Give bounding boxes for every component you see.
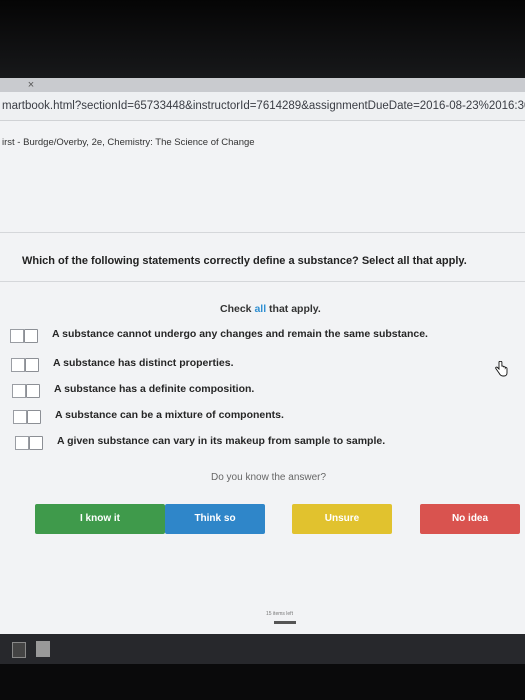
question-text: Which of the following statements correc…	[22, 255, 467, 267]
option-checkbox[interactable]	[27, 410, 41, 424]
check-hint-suffix: that apply.	[266, 303, 321, 315]
option-ghost-checkbox	[15, 436, 29, 450]
option-checkbox[interactable]	[25, 358, 39, 372]
option-label[interactable]: A given substance can vary in its makeup…	[57, 435, 385, 447]
items-left-label: 15 items left	[266, 611, 293, 617]
os-taskbar	[0, 634, 525, 664]
monitor-bezel-bottom	[0, 664, 525, 700]
monitor-bezel-top	[0, 0, 525, 78]
option-label[interactable]: A substance cannot undergo any changes a…	[52, 328, 428, 340]
taskbar-window-icon[interactable]	[12, 642, 26, 658]
hand-pointer-icon	[494, 360, 508, 380]
answer-option-2[interactable]: A substance has distinct properties.	[11, 357, 505, 373]
browser-tab-strip	[0, 78, 525, 93]
option-checkbox[interactable]	[24, 329, 38, 343]
option-ghost-checkbox	[12, 384, 26, 398]
option-ghost-checkbox	[13, 410, 27, 424]
url-text[interactable]: martbook.html?sectionId=65733448&instruc…	[2, 100, 525, 112]
check-hint-all-link: all	[254, 303, 267, 315]
option-checkbox[interactable]	[26, 384, 40, 398]
course-title: irst - Burdge/Overby, 2e, Chemistry: The…	[2, 137, 255, 148]
option-ghost-checkbox	[10, 329, 24, 343]
option-label[interactable]: A substance can be a mixture of componen…	[55, 409, 284, 421]
question-divider	[0, 281, 525, 282]
option-checkbox[interactable]	[29, 436, 43, 450]
option-label[interactable]: A substance has a definite composition.	[54, 383, 254, 395]
answer-option-4[interactable]: A substance can be a mixture of componen…	[13, 409, 507, 425]
check-all-hint: Check all that apply.	[220, 303, 321, 315]
i-know-it-button[interactable]: I know it	[35, 504, 165, 534]
check-hint-prefix: Check	[220, 303, 255, 315]
answer-option-1[interactable]: A substance cannot undergo any changes a…	[10, 328, 504, 344]
unsure-button[interactable]: Unsure	[292, 504, 392, 534]
think-so-button[interactable]: Think so	[165, 504, 265, 534]
tab-close-icon[interactable]: ×	[20, 78, 42, 92]
section-divider	[0, 232, 525, 233]
answer-option-5[interactable]: A given substance can vary in its makeup…	[15, 435, 509, 451]
confidence-prompt: Do you know the answer?	[211, 472, 327, 483]
answer-option-3[interactable]: A substance has a definite composition.	[12, 383, 506, 399]
option-label[interactable]: A substance has distinct properties.	[53, 357, 234, 369]
no-idea-button[interactable]: No idea	[420, 504, 520, 534]
smartbook-page	[0, 121, 525, 634]
progress-bar	[274, 621, 296, 624]
document-icon[interactable]	[36, 641, 50, 657]
option-ghost-checkbox	[11, 358, 25, 372]
